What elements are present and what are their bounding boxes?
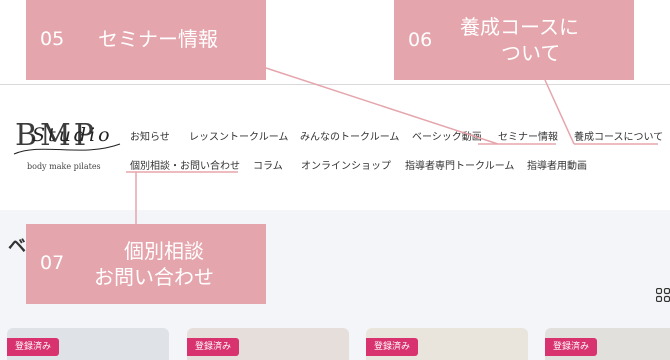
callout-06-label-line2: ついて <box>501 41 561 65</box>
callout-07-label-line1: 個別相談 <box>124 239 204 263</box>
callout-07-label-line2: お問い合わせ <box>94 265 214 289</box>
callout-06-label-line1: 養成コースに <box>460 15 579 39</box>
callout-07: 07 個別相談 お問い合わせ <box>26 224 266 304</box>
callout-05-number: 05 <box>40 28 65 50</box>
callout-06-number: 06 <box>408 29 433 51</box>
callout-05: 05 セミナー情報 <box>26 0 266 80</box>
callout-07-number: 07 <box>40 252 65 274</box>
callout-05-label: セミナー情報 <box>98 27 218 51</box>
callout-06: 06 養成コースに ついて <box>394 0 634 80</box>
